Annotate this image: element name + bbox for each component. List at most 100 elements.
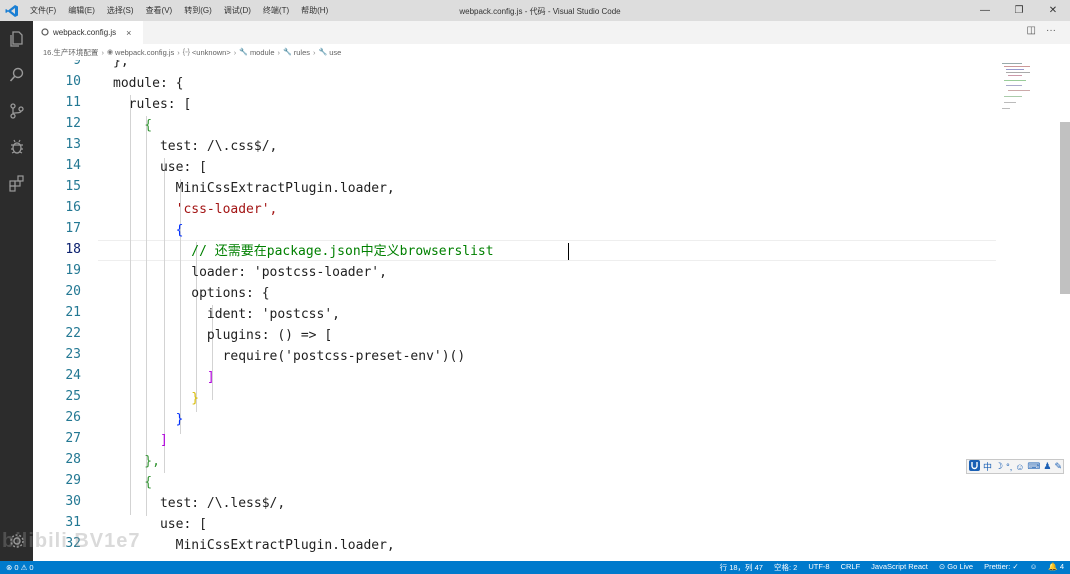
line-number: 16 [65, 200, 81, 215]
tab-webpack-config[interactable]: webpack.config.js × [33, 21, 143, 44]
js-file-icon: ◉ [106, 49, 114, 56]
ime-skin-icon[interactable]: ♟ [1043, 461, 1051, 472]
breadcrumb-file[interactable]: webpack.config.js [115, 48, 174, 57]
menu-debug[interactable]: 调试(D) [218, 5, 257, 16]
line-number: 11 [65, 95, 81, 110]
vertical-scrollbar[interactable] [1060, 122, 1070, 294]
property-icon: 🔧 [318, 49, 328, 56]
video-watermark: bilibili BV1e7 [2, 530, 141, 552]
ime-moon-icon[interactable]: ☽ [995, 461, 1003, 472]
code-editor[interactable]: 9 10 11 12 13 14 15 16 17 18 19 20 21 22… [33, 60, 1070, 560]
code-line: }, [113, 60, 129, 69]
code-line: 'css-loader', [113, 202, 278, 217]
debug-icon[interactable] [0, 129, 33, 165]
status-bar: ⊗ 0 ⚠ 0 行 18，列 47 空格: 2 UTF-8 CRLF JavaS… [0, 561, 1070, 574]
tab-close-icon[interactable]: × [126, 28, 131, 38]
prettier-status[interactable]: Prettier: ✓ [984, 562, 1019, 573]
ime-language-toggle[interactable]: 中 [983, 460, 992, 473]
menu-selection[interactable]: 选择(S) [101, 5, 140, 16]
line-number: 28 [65, 452, 81, 467]
close-window-button[interactable]: ✕ [1036, 0, 1070, 21]
code-line: MiniCssExtractPlugin.loader, [113, 181, 395, 196]
code-line: use: [ [113, 160, 207, 175]
chevron-right-icon: › [277, 47, 281, 57]
code-line: ] [113, 370, 215, 385]
breadcrumb-folder[interactable]: 16.生产环境配置 [43, 47, 98, 58]
maximize-button[interactable]: ❐ [1002, 0, 1036, 21]
extensions-icon[interactable] [0, 165, 33, 201]
problems-indicator[interactable]: ⊗ 0 ⚠ 0 [6, 563, 34, 572]
code-line: module: { [113, 76, 184, 91]
text-cursor [568, 243, 569, 260]
language-mode[interactable]: JavaScript React [871, 562, 928, 573]
code-line: test: /\.css$/, [113, 139, 278, 154]
minimap[interactable] [998, 60, 1058, 120]
menu-edit[interactable]: 编辑(E) [62, 5, 101, 16]
menu-view[interactable]: 查看(V) [140, 5, 179, 16]
line-number: 19 [65, 263, 81, 278]
chevron-right-icon: › [177, 47, 180, 57]
split-editor-icon[interactable]: ◫ [1027, 25, 1036, 36]
menu-bar: 文件(F) 编辑(E) 选择(S) 查看(V) 转到(G) 调试(D) 终端(T… [24, 0, 334, 21]
breadcrumb: 16.生产环境配置 › ◉ webpack.config.js › {◦} <u… [33, 44, 1070, 60]
line-number: 10 [65, 74, 81, 89]
cursor-position[interactable]: 行 18，列 47 [720, 562, 763, 573]
source-control-icon[interactable] [0, 93, 33, 129]
property-icon: 🔧 [283, 49, 292, 56]
chevron-right-icon: › [233, 47, 237, 57]
ime-punctuation-icon[interactable]: °, [1006, 462, 1012, 472]
indentation[interactable]: 空格: 2 [774, 562, 797, 573]
code-line: MiniCssExtractPlugin.loader, [113, 538, 395, 553]
line-number: 12 [65, 116, 81, 131]
js-file-icon [41, 27, 49, 38]
explorer-icon[interactable] [0, 21, 33, 57]
go-live-button[interactable]: ⊙ Go Live [939, 562, 973, 573]
line-number: 29 [65, 473, 81, 488]
ime-keyboard-icon[interactable]: ⌨ [1027, 461, 1040, 472]
code-line: plugins: () => [ [113, 328, 333, 343]
minimize-button[interactable]: — [968, 0, 1002, 21]
breadcrumb-rules[interactable]: rules [294, 48, 310, 57]
menu-file[interactable]: 文件(F) [24, 5, 62, 16]
code-line: ] [113, 433, 168, 448]
code-line: require('postcss-preset-env')() [113, 349, 466, 364]
breadcrumb-module[interactable]: module [250, 48, 275, 57]
code-line: loader: 'postcss-loader', [113, 265, 387, 280]
line-number-gutter: 9 10 11 12 13 14 15 16 17 18 19 20 21 22… [33, 60, 93, 560]
ime-logo-icon[interactable] [969, 460, 980, 473]
vscode-logo-icon [0, 0, 24, 21]
window-title: webpack.config.js - 代码 - Visual Studio C… [459, 7, 621, 16]
line-number: 9 [73, 60, 81, 68]
encoding[interactable]: UTF-8 [808, 562, 829, 573]
line-number: 17 [65, 221, 81, 236]
line-number: 24 [65, 368, 81, 383]
chevron-right-icon: › [101, 47, 104, 57]
line-number: 22 [65, 326, 81, 341]
activity-bar [0, 21, 33, 561]
more-actions-icon[interactable]: ··· [1046, 25, 1056, 36]
ime-emoji-icon[interactable]: ☺ [1015, 462, 1024, 472]
code-line: { [113, 223, 184, 238]
line-number: 15 [65, 179, 81, 194]
window-controls: — ❐ ✕ [968, 0, 1070, 21]
ime-tools-icon[interactable]: ✎ [1054, 461, 1062, 472]
line-number-current: 18 [65, 242, 81, 257]
code-area[interactable]: }, module: { rules: [ { test: /\.css$/, … [98, 60, 998, 560]
line-ending[interactable]: CRLF [841, 562, 861, 573]
menu-terminal[interactable]: 终端(T) [257, 5, 295, 16]
notifications-icon[interactable]: 🔔 4 [1048, 562, 1064, 573]
line-number: 26 [65, 410, 81, 425]
feedback-icon[interactable]: ☺ [1030, 562, 1038, 573]
search-icon[interactable] [0, 57, 33, 93]
code-line: { [113, 118, 153, 133]
code-line: ident: 'postcss', [113, 307, 340, 322]
line-number: 14 [65, 158, 81, 173]
breadcrumb-unknown[interactable]: <unknown> [192, 48, 231, 57]
breadcrumb-use[interactable]: use [329, 48, 341, 57]
line-number: 31 [65, 515, 81, 530]
menu-help[interactable]: 帮助(H) [295, 5, 334, 16]
ime-toolbar: 中 ☽ °, ☺ ⌨ ♟ ✎ [966, 459, 1064, 474]
menu-go[interactable]: 转到(G) [178, 5, 218, 16]
code-line: { [113, 475, 153, 490]
editor-actions: ◫ ··· [1027, 25, 1056, 36]
